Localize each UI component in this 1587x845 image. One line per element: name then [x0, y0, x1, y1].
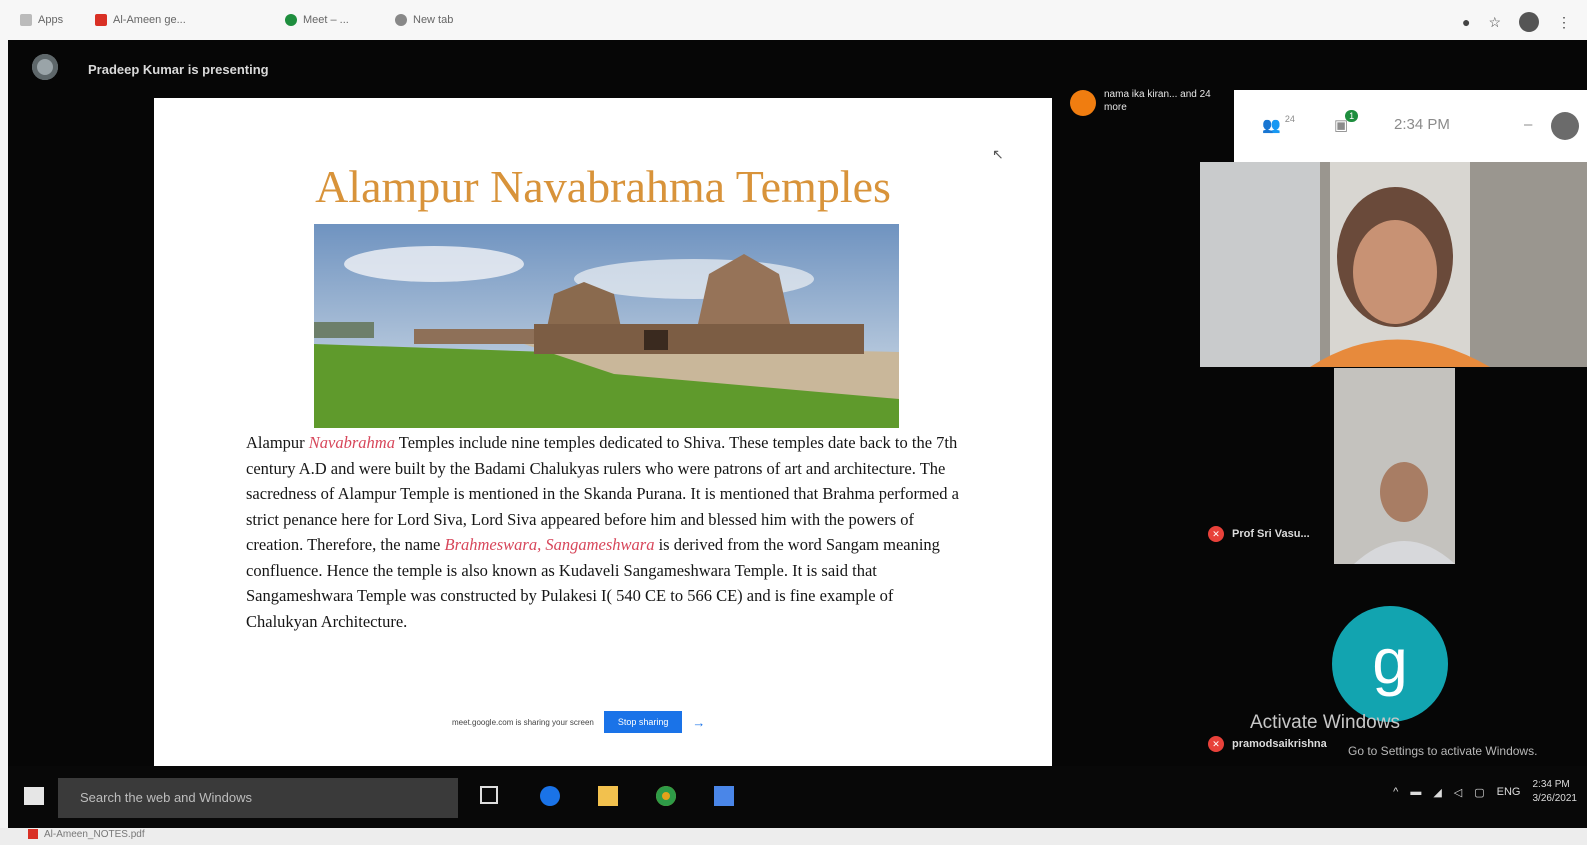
chat-badge: 1 [1345, 110, 1359, 122]
bookmark-2[interactable]: Meet – ... [285, 14, 349, 27]
mic-off-icon: ✕ [1208, 526, 1224, 542]
battery-icon[interactable]: ▬ [1410, 786, 1421, 798]
task-view-icon[interactable] [480, 786, 498, 804]
taskbar-search[interactable]: Search the web and Windows [58, 778, 458, 818]
participant-chip-label: nama ika kiran... and 24 more [1104, 89, 1211, 113]
participant-tile-main[interactable] [1200, 162, 1587, 367]
highlight-text: Brahmeswara, Sangameshwara [444, 535, 655, 554]
apps-icon [20, 14, 32, 27]
avatar[interactable]: g [1332, 606, 1448, 722]
activate-windows-subtext: Go to Settings to activate Windows. [1348, 744, 1538, 758]
system-tray: ^ ▬ ◢ ◁ ▢ ENG 2:34 PM 3/26/2021 [1393, 778, 1577, 806]
people-icon: 👥 [1262, 117, 1281, 134]
browser-bookmarks-bar: Apps Al-Ameen ge... Meet – ... New tab ●… [0, 0, 1587, 40]
meet-logo-icon [32, 54, 58, 80]
slide-title: Alampur Navabrahma Temples [315, 161, 891, 212]
tray-chevron-icon[interactable]: ^ [1393, 786, 1398, 798]
bookmark-3[interactable]: New tab [395, 14, 453, 27]
stop-sharing-button[interactable]: Stop sharing [603, 711, 683, 733]
browser-actions: ● ☆ ⋮ [1462, 12, 1571, 32]
download-item[interactable]: Al-Ameen_NOTES.pdf [28, 829, 145, 840]
network-icon[interactable]: ◢ [1433, 786, 1441, 799]
participant-tile-small[interactable] [1334, 368, 1455, 564]
slide-body-text: Alampur Navabrahma Temples include nine … [246, 433, 959, 631]
self-avatar[interactable] [1551, 112, 1579, 140]
participant-name-1: ✕ Prof Sri Vasu... [1208, 526, 1310, 542]
highlight-text: Navabrahma [308, 433, 395, 452]
participant-chip[interactable]: nama ika kiran... and 24 more [1068, 84, 1228, 124]
volume-icon[interactable]: ◁ [1454, 786, 1462, 799]
edge-icon[interactable] [540, 786, 560, 806]
store-icon[interactable] [714, 786, 734, 806]
temple-photo [314, 224, 899, 428]
avatar [1070, 90, 1096, 116]
star-icon[interactable]: ☆ [1488, 14, 1501, 31]
profile-avatar[interactable] [1519, 12, 1539, 32]
chrome-icon[interactable] [656, 786, 676, 806]
meeting-window: Pradeep Kumar is presenting nama ika kir… [8, 40, 1587, 828]
key-icon[interactable]: ● [1462, 14, 1470, 30]
download-bar: Al-Ameen_NOTES.pdf [0, 828, 1587, 845]
windows-taskbar: Search the web and Windows ^ ▬ ◢ ◁ ▢ ENG… [8, 766, 1587, 828]
meeting-controls: 👥 24 ▣ 1 2:34 PM – [1234, 90, 1587, 172]
bookmark-green-icon [285, 14, 297, 27]
taskbar-clock[interactable]: 2:34 PM 3/26/2021 [1533, 778, 1578, 806]
participants-button[interactable]: 👥 24 [1262, 114, 1295, 134]
meeting-time: 2:34 PM [1394, 116, 1450, 133]
bookmark-1[interactable]: Al-Ameen ge... [95, 14, 186, 27]
windows-start-icon[interactable] [24, 787, 44, 805]
temple-photo-graphic [314, 224, 899, 428]
participant-video-small [1334, 368, 1455, 564]
taskbar-search-placeholder: Search the web and Windows [80, 790, 252, 805]
hide-arrow-icon[interactable]: → [692, 715, 705, 730]
presenter-text: Pradeep Kumar is presenting [88, 62, 269, 77]
notice-text: meet.google.com is sharing your screen [452, 717, 594, 727]
screen-share-notice: meet.google.com is sharing your screen S… [452, 709, 705, 735]
presenter-bar: Pradeep Kumar is presenting [8, 40, 1238, 100]
bookmark-apps[interactable]: Apps [20, 14, 63, 27]
tray-language[interactable]: ENG [1497, 786, 1521, 798]
globe-icon [395, 14, 407, 27]
menu-icon[interactable]: ⋮ [1557, 14, 1571, 31]
file-explorer-icon[interactable] [598, 786, 618, 806]
notification-icon[interactable]: ▢ [1474, 786, 1484, 799]
participants-count: 24 [1284, 114, 1295, 124]
bookmark-red-icon [95, 14, 107, 27]
mic-off-icon: ✕ [1208, 736, 1224, 752]
presentation-slide: ↖ Alampur Navabrahma Temples Alampur Nav… [154, 98, 1052, 828]
activate-windows-watermark: Activate Windows [1250, 712, 1400, 733]
chat-button[interactable]: ▣ 1 [1334, 110, 1359, 134]
participant-name-2: ✕ pramodsaikrishna [1208, 736, 1327, 752]
participant-video [1200, 162, 1587, 367]
pdf-icon [28, 829, 38, 840]
minimize-icon[interactable]: – [1524, 116, 1532, 133]
